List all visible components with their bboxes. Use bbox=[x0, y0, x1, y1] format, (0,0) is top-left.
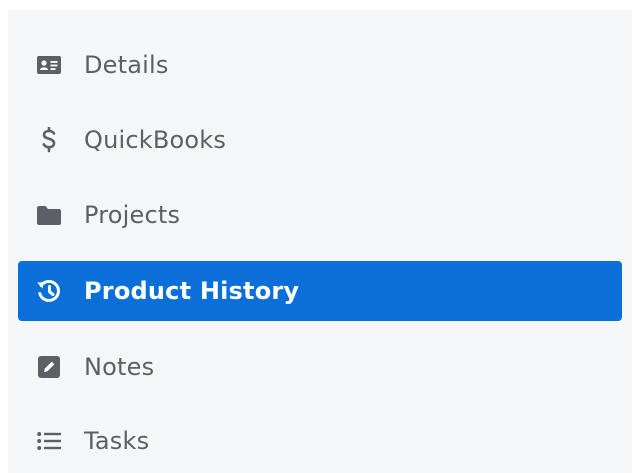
sidebar-item-label: Projects bbox=[84, 201, 181, 229]
note-edit-icon bbox=[36, 354, 62, 380]
sidebar: Details QuickBooks Projects Product Hist… bbox=[0, 0, 634, 473]
sidebar-item-notes[interactable]: Notes bbox=[18, 337, 622, 397]
sidebar-nav-panel: Details QuickBooks Projects Product Hist… bbox=[8, 10, 632, 473]
sidebar-item-projects[interactable]: Projects bbox=[18, 185, 622, 245]
list-icon bbox=[36, 428, 62, 454]
sidebar-item-label: Tasks bbox=[84, 427, 150, 455]
sidebar-item-details[interactable]: Details bbox=[18, 35, 622, 95]
sidebar-item-label: QuickBooks bbox=[84, 126, 227, 154]
sidebar-item-label: Details bbox=[84, 51, 169, 79]
dollar-icon bbox=[36, 127, 62, 153]
sidebar-item-label: Notes bbox=[84, 353, 155, 381]
sidebar-item-tasks[interactable]: Tasks bbox=[18, 411, 622, 471]
folder-icon bbox=[36, 202, 62, 228]
sidebar-item-label: Product History bbox=[84, 277, 300, 305]
id-card-icon bbox=[36, 52, 62, 78]
history-icon bbox=[36, 278, 62, 304]
sidebar-item-product-history[interactable]: Product History bbox=[18, 261, 622, 321]
sidebar-item-quickbooks[interactable]: QuickBooks bbox=[18, 110, 622, 170]
